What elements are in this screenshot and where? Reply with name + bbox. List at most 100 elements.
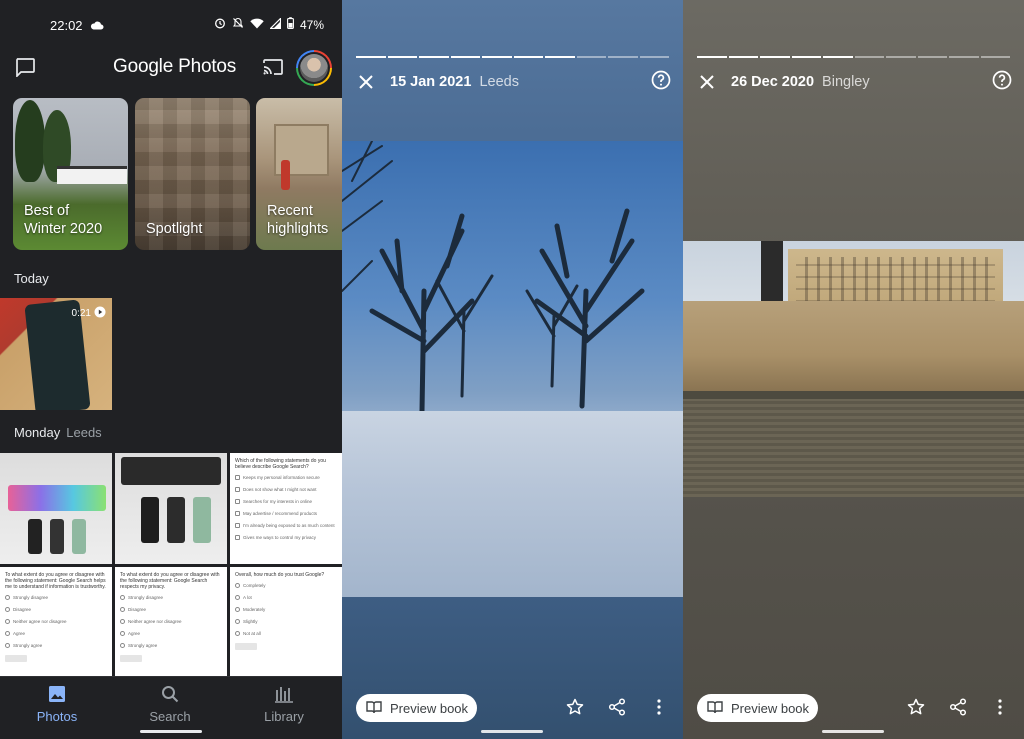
survey-option: Strongly agree (5, 643, 107, 648)
progress-segment (482, 56, 512, 58)
chat-icon[interactable] (14, 57, 36, 82)
battery-percent: 47% (299, 17, 324, 32)
nav-label: Photos (36, 709, 78, 724)
cast-icon[interactable] (262, 58, 284, 81)
story-location: Leeds (479, 74, 519, 90)
book-icon (707, 700, 723, 717)
memory-label: Spotlight (146, 221, 203, 237)
memory-card-spotlight[interactable]: Spotlight (135, 98, 250, 250)
progress-segment (419, 56, 449, 58)
survey-option: Moderately (235, 607, 337, 612)
survey-option: Disagree (5, 607, 107, 612)
survey-option: May advertise / recommend products (235, 511, 337, 516)
progress-segment (886, 56, 916, 58)
survey-option: Disagree (120, 607, 222, 612)
story-actions (906, 697, 1010, 717)
story-header: 15 Jan 2021 Leeds (356, 70, 671, 94)
person-shape (281, 160, 290, 190)
survey-screenshot[interactable]: To what extent do you agree or disagree … (115, 567, 227, 678)
survey-question: Which of the following statements do you… (235, 458, 326, 470)
survey-option: Completely (235, 583, 337, 588)
memory-label: Best of Winter 2020 (24, 203, 103, 237)
memory-card-best-of-winter[interactable]: Best of Winter 2020 (13, 98, 128, 250)
phone-shape (167, 497, 185, 543)
video-duration: 0:21 (72, 306, 106, 321)
survey-question: To what extent do you agree or disagree … (5, 572, 106, 590)
section-header-today: Today (14, 271, 49, 286)
tree-shape (15, 100, 45, 182)
progress-segment (949, 56, 979, 58)
story-progress-bar (697, 56, 1010, 58)
nav-label: Library (264, 709, 304, 724)
stone-wall-shape (683, 301, 1024, 391)
photos-home-screen: 22:02 47% Google Photos Best of Winter 20… (0, 0, 342, 739)
library-icon (234, 685, 334, 705)
photo-thumbnail[interactable] (115, 453, 227, 564)
story-date: 15 Jan 2021 (390, 74, 472, 90)
survey-option: Neither agree nor disagree (5, 619, 107, 624)
survey-next-button (235, 643, 257, 650)
phone-shape (72, 519, 86, 554)
progress-segment (854, 56, 884, 58)
help-icon[interactable] (651, 70, 671, 95)
section-title: Today (14, 271, 49, 286)
account-avatar[interactable] (296, 50, 332, 86)
survey-question: Overall, how much do you trust Google? (235, 572, 325, 578)
keyboard-shape (121, 457, 221, 485)
help-icon[interactable] (992, 70, 1012, 95)
progress-segment (639, 56, 669, 58)
photo-thumbnail[interactable] (0, 453, 112, 564)
close-icon[interactable] (356, 72, 376, 92)
share-icon[interactable] (607, 697, 627, 717)
progress-segment (980, 56, 1010, 58)
star-icon[interactable] (565, 697, 585, 717)
more-options-icon[interactable] (649, 697, 669, 717)
play-icon (94, 306, 106, 321)
share-icon[interactable] (948, 697, 968, 717)
survey-option: Strongly agree (120, 643, 222, 648)
status-time: 22:02 (50, 18, 83, 33)
survey-next-button (120, 655, 142, 662)
nav-tab-photos[interactable]: Photos (7, 685, 107, 724)
book-icon (366, 700, 382, 717)
story-photo-mill-building[interactable] (683, 241, 1024, 497)
survey-option: A lot (235, 595, 337, 600)
survey-option: Gives me ways to control my privacy (235, 535, 337, 540)
memory-label: Recent highlights (267, 203, 329, 237)
survey-screenshot[interactable]: Which of the following statements do you… (230, 453, 342, 564)
progress-segment (760, 56, 790, 58)
nav-tab-search[interactable]: Search (120, 685, 220, 724)
preview-book-button[interactable]: Preview book (356, 694, 477, 722)
video-thumbnail[interactable]: 0:21 (0, 298, 112, 410)
survey-screenshot[interactable]: Overall, how much do you trust Google? C… (230, 567, 342, 678)
survey-option: Agree (120, 631, 222, 636)
phone-shape (50, 519, 64, 554)
top-app-bar: Google Photos (0, 50, 342, 86)
phone-shape (141, 497, 159, 543)
section-location: Leeds (66, 425, 102, 440)
story-date: 26 Dec 2020 (731, 74, 815, 90)
survey-screenshot[interactable]: To what extent do you agree or disagree … (0, 567, 112, 678)
survey-question: To what extent do you agree or disagree … (120, 572, 220, 590)
nav-tab-library[interactable]: Library (234, 685, 334, 724)
snow-ground (342, 411, 683, 597)
wall-shadow (683, 391, 1024, 399)
survey-option: Neither agree nor disagree (120, 619, 222, 624)
more-options-icon[interactable] (990, 697, 1010, 717)
alarm-icon (214, 17, 226, 32)
story-progress-bar (356, 56, 669, 58)
progress-segment (356, 56, 386, 58)
progress-segment (728, 56, 758, 58)
story-location: Bingley (822, 74, 870, 90)
app-logo-title: Google Photos (113, 56, 237, 77)
preview-book-label: Preview book (390, 700, 469, 716)
close-icon[interactable] (697, 72, 717, 92)
star-icon[interactable] (906, 697, 926, 717)
progress-segment (450, 56, 480, 58)
survey-option: Not at all (235, 631, 337, 636)
memories-carousel: Best of Winter 2020 Spotlight Recent highl… (13, 98, 342, 250)
story-photo-snowy-trees[interactable] (342, 141, 683, 597)
preview-book-button[interactable]: Preview book (697, 694, 818, 722)
survey-option: Keeps my personal information secure (235, 475, 337, 480)
memory-card-recent-highlights[interactable]: Recent highlights (256, 98, 342, 250)
